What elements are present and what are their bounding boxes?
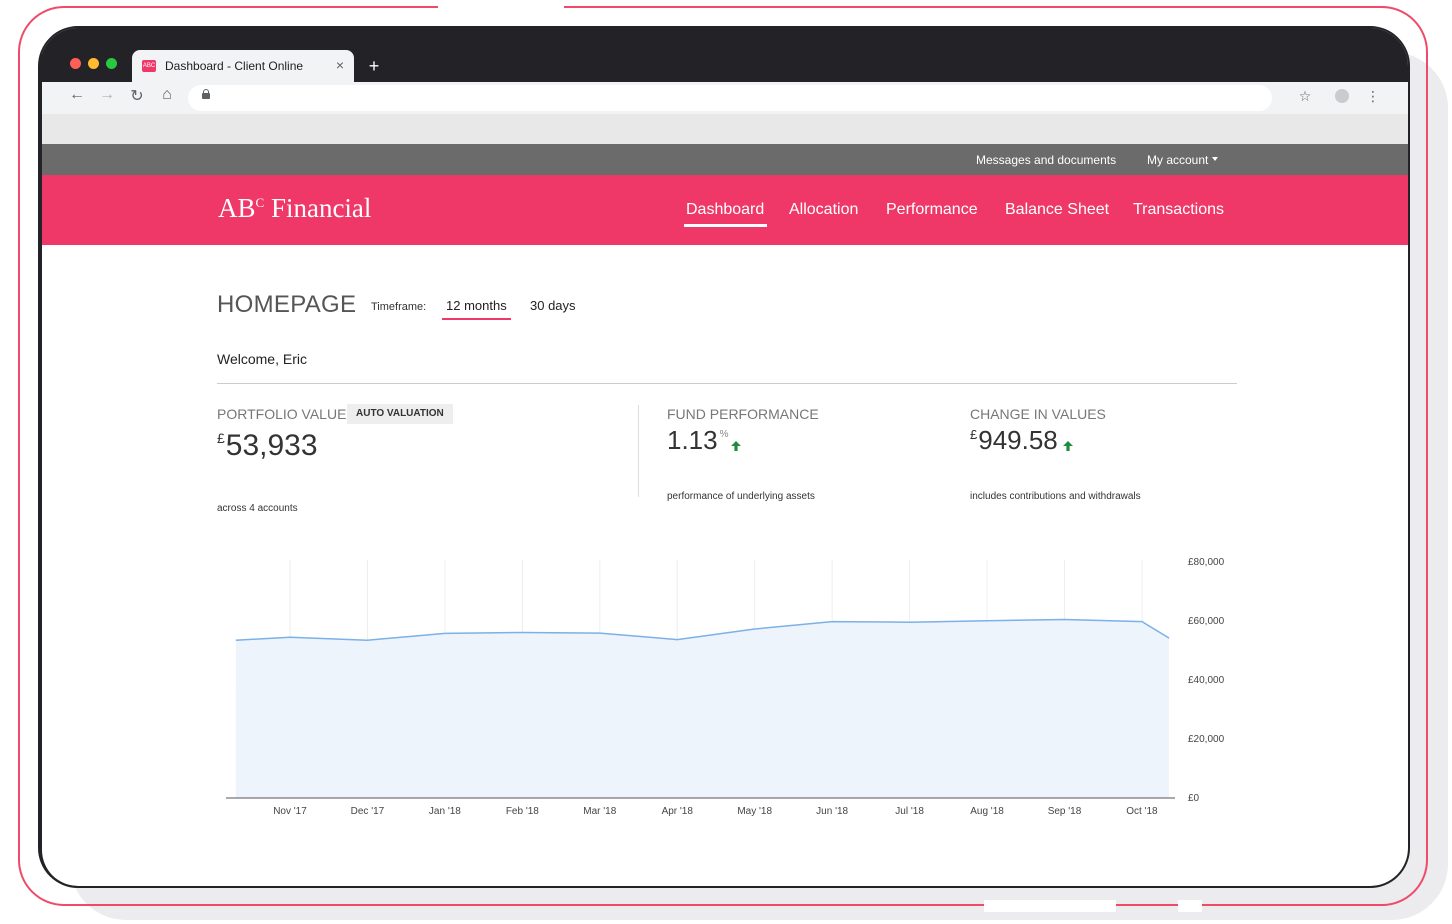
browser-infobar xyxy=(42,114,1408,144)
brand-superscript: C xyxy=(255,195,265,210)
tab-strip: ABC Dashboard - Client Online × + xyxy=(42,28,1408,82)
x-tick-label: Sep '18 xyxy=(1048,806,1082,817)
outline-gap xyxy=(438,0,564,12)
reload-icon[interactable]: ↻ xyxy=(127,86,147,106)
site-header: ABC Financial Dashboard Allocation Perfo… xyxy=(42,175,1408,245)
x-tick-label: Oct '18 xyxy=(1126,806,1158,817)
address-bar[interactable] xyxy=(188,85,1272,111)
x-tick-label: Feb '18 xyxy=(506,806,539,817)
x-tick-label: Dec '17 xyxy=(351,806,385,817)
new-tab-button[interactable]: + xyxy=(362,55,386,79)
outline-gap xyxy=(984,900,1116,912)
x-tick-label: May '18 xyxy=(737,806,772,817)
portfolio-value-chart: Nov '17 Dec '17 Jan '18 Feb '18 Mar '18 Apr '… xyxy=(226,557,1225,817)
minimize-window-dot[interactable] xyxy=(88,58,99,69)
nav-allocation[interactable]: Allocation xyxy=(789,201,858,219)
series-area xyxy=(235,619,1170,798)
brand-rest: Financial xyxy=(264,193,372,223)
profile-avatar-icon[interactable] xyxy=(1335,89,1349,103)
x-tick-label: Jul '18 xyxy=(895,806,924,817)
y-tick-label: £0 xyxy=(1188,793,1200,804)
my-account-link[interactable]: My account xyxy=(1147,153,1219,167)
x-tick-label: Mar '18 xyxy=(583,806,616,817)
nav-performance[interactable]: Performance xyxy=(886,201,978,219)
x-tick-label: Nov '17 xyxy=(273,806,307,817)
forward-arrow-icon[interactable]: → xyxy=(97,86,117,104)
my-account-label: My account xyxy=(1147,153,1209,167)
x-tick-label: Aug '18 xyxy=(970,806,1004,817)
tab-title: Dashboard - Client Online xyxy=(165,59,304,73)
nav-dashboard[interactable]: Dashboard xyxy=(683,201,768,227)
browser-toolbar: ← → ↻ ⌂ ☆ ⋮ xyxy=(42,82,1408,114)
brand-logo[interactable]: ABC Financial xyxy=(218,193,371,224)
x-tick-label: Jun '18 xyxy=(816,806,848,817)
close-tab-icon[interactable]: × xyxy=(336,57,344,73)
close-window-dot[interactable] xyxy=(70,58,81,69)
y-tick-label: £20,000 xyxy=(1188,734,1225,745)
dashboard-content: HOMEPAGE Timeframe: 12 months 30 days We… xyxy=(42,245,1408,886)
x-tick-label: Jan '18 xyxy=(429,806,461,817)
y-tick-label: £80,000 xyxy=(1188,557,1225,568)
favicon-icon: ABC xyxy=(142,60,156,72)
home-icon[interactable]: ⌂ xyxy=(157,86,177,104)
browser-screen: ABC Dashboard - Client Online × + ← → ↻ … xyxy=(42,28,1408,886)
lock-icon xyxy=(202,89,210,99)
y-tick-label: £40,000 xyxy=(1188,675,1225,686)
menu-kebab-icon[interactable]: ⋮ xyxy=(1363,88,1383,105)
nav-transactions[interactable]: Transactions xyxy=(1133,201,1224,219)
browser-window: ABC Dashboard - Client Online × + ← → ↻ … xyxy=(38,26,1410,888)
x-tick-label: Apr '18 xyxy=(662,806,694,817)
maximize-window-dot[interactable] xyxy=(106,58,117,69)
nav-balance-sheet[interactable]: Balance Sheet xyxy=(1005,201,1109,219)
outline-gap xyxy=(1178,900,1202,912)
y-tick-label: £60,000 xyxy=(1188,616,1225,627)
back-arrow-icon[interactable]: ← xyxy=(67,86,87,104)
utility-bar: Messages and documents My account xyxy=(42,144,1408,175)
browser-tab[interactable]: ABC Dashboard - Client Online × xyxy=(132,50,354,82)
brand-main: AB xyxy=(218,193,256,223)
bookmark-star-icon[interactable]: ☆ xyxy=(1295,88,1315,105)
messages-link[interactable]: Messages and documents xyxy=(976,153,1116,167)
caret-down-icon xyxy=(1212,157,1219,161)
